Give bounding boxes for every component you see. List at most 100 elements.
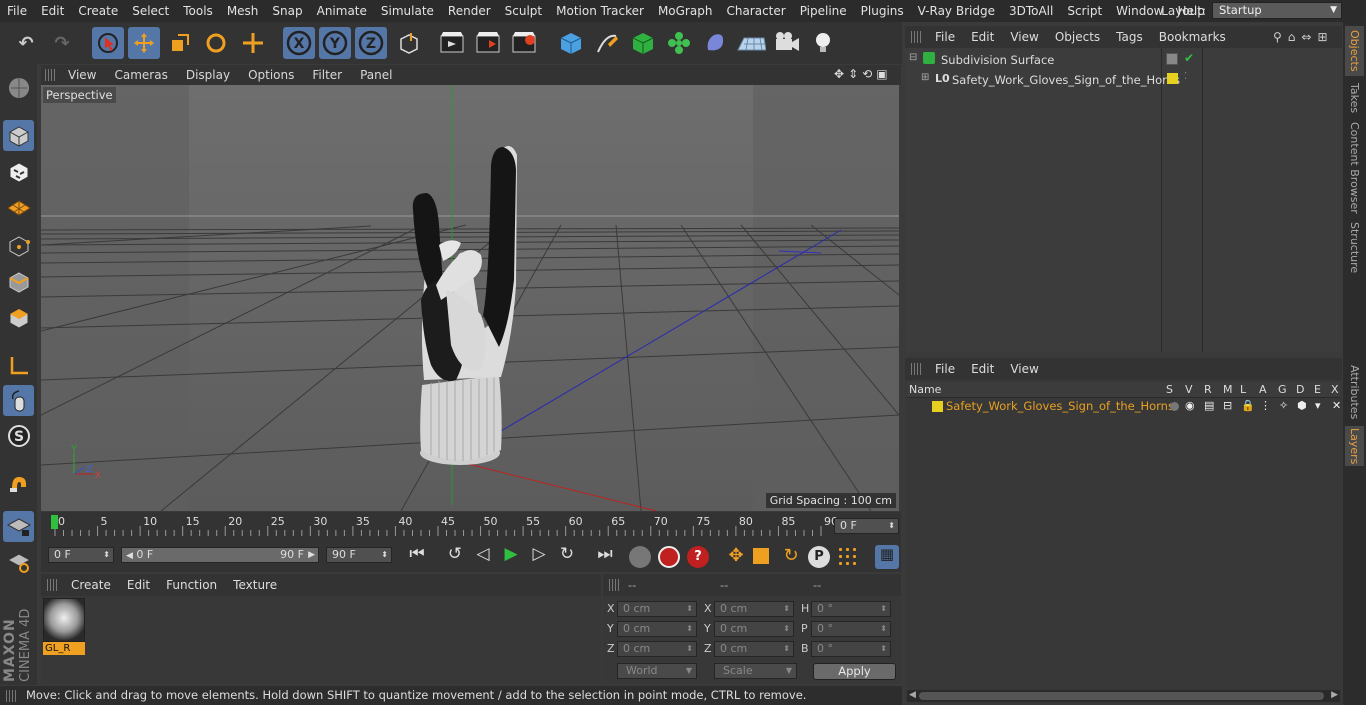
- drag-handle[interactable]: [45, 69, 55, 81]
- layer-row[interactable]: Safety_Work_Gloves_Sign_of_the_Horns ◉ ▤…: [907, 398, 1341, 416]
- workplane-mode-icon[interactable]: [3, 546, 34, 577]
- polygons-mode-icon[interactable]: [3, 302, 34, 333]
- z-axis-icon[interactable]: Z: [355, 27, 387, 59]
- end-frame-field[interactable]: 90 F ⬍: [326, 547, 392, 563]
- manager-icon[interactable]: ⊟: [1223, 399, 1232, 412]
- new-window-icon[interactable]: ⊞: [1317, 30, 1327, 44]
- menu-item-filter[interactable]: Filter: [303, 68, 351, 82]
- coord-mode-select[interactable]: World ▼: [617, 663, 697, 679]
- search-icon[interactable]: ⚲: [1273, 30, 1282, 44]
- tweak-mode-icon[interactable]: [3, 385, 34, 416]
- home-icon[interactable]: ⌂: [1288, 30, 1296, 44]
- column-header-r[interactable]: R: [1204, 383, 1212, 396]
- solo-mode-icon[interactable]: S: [3, 420, 34, 451]
- timeline-window-icon[interactable]: ▦: [875, 545, 899, 569]
- menu-item-character[interactable]: Character: [719, 4, 792, 18]
- coordinate-system-icon[interactable]: [393, 27, 425, 59]
- coord-value-field[interactable]: 0 cm ⬍: [714, 641, 794, 657]
- timeline-ruler[interactable]: 0 5 10 15 20 25 30 35 40 45 50 55 60 65 70 75 80 85 90 0 F…: [41, 512, 901, 542]
- layout-select[interactable]: Startup ▼: [1212, 2, 1342, 19]
- scroll-left-icon[interactable]: ◀: [909, 690, 916, 700]
- tab-content-browser[interactable]: Content Browser: [1345, 120, 1364, 216]
- menu-item-motion-tracker[interactable]: Motion Tracker: [549, 4, 651, 18]
- expand-icon[interactable]: ⊞: [921, 72, 929, 83]
- tab-takes[interactable]: Takes: [1345, 80, 1364, 116]
- coord-value-field[interactable]: 0 ° ⬍: [811, 601, 891, 617]
- y-axis-icon[interactable]: Y: [319, 27, 351, 59]
- visibility-dots-icon[interactable]: ⁚: [1184, 71, 1187, 82]
- coord-value-field[interactable]: 0 cm ⬍: [714, 601, 794, 617]
- key-parameter-icon[interactable]: P: [808, 546, 830, 568]
- menu-item-create[interactable]: Create: [63, 578, 119, 592]
- render-view-icon[interactable]: [436, 27, 468, 59]
- light-icon[interactable]: [807, 27, 839, 59]
- column-header-name[interactable]: Name: [909, 383, 941, 396]
- coord-value-field[interactable]: 0 cm ⬍: [714, 621, 794, 637]
- scale-tool-icon[interactable]: [164, 27, 196, 59]
- object-row[interactable]: ⊞ L0 Safety_Work_Gloves_Sign_of_the_Horn…: [905, 70, 1342, 90]
- drag-handle[interactable]: [6, 690, 16, 702]
- column-header-e[interactable]: E: [1314, 383, 1321, 396]
- start-frame-field[interactable]: 0 F ⬍: [48, 547, 114, 563]
- menu-item-display[interactable]: Display: [177, 68, 239, 82]
- menu-item-objects[interactable]: Objects: [1047, 30, 1108, 44]
- layer-color-swatch[interactable]: [932, 401, 943, 412]
- points-mode-icon[interactable]: [3, 230, 34, 261]
- pen-spline-icon[interactable]: [591, 27, 623, 59]
- pan-icon[interactable]: ✥: [834, 67, 844, 83]
- workplane-icon[interactable]: [3, 192, 34, 223]
- texture-mode-icon[interactable]: [3, 156, 34, 187]
- menu-item-file[interactable]: File: [927, 362, 963, 376]
- cube-icon[interactable]: [555, 27, 587, 59]
- enabled-check-icon[interactable]: ✔: [1184, 51, 1194, 65]
- scroll-right-icon[interactable]: ▶: [1331, 690, 1338, 700]
- key-position-icon[interactable]: ✥: [724, 545, 748, 569]
- menu-item-edit[interactable]: Edit: [963, 362, 1002, 376]
- select-tool-icon[interactable]: [92, 27, 124, 59]
- column-header-a[interactable]: A: [1259, 383, 1267, 396]
- orbit-icon[interactable]: ⟲: [862, 67, 872, 83]
- object-row[interactable]: ⊟ Subdivision Surface ✔: [905, 50, 1342, 70]
- drag-handle[interactable]: [911, 363, 921, 375]
- menu-item-edit[interactable]: Edit: [963, 30, 1002, 44]
- menu-item-3dtoall[interactable]: 3DToAll: [1002, 4, 1060, 18]
- subdivision-surface-icon[interactable]: [627, 27, 659, 59]
- menu-item-mograph[interactable]: MoGraph: [651, 4, 720, 18]
- menu-item-edit[interactable]: Edit: [34, 4, 71, 18]
- floor-icon[interactable]: [735, 27, 767, 59]
- menu-item-view[interactable]: View: [1002, 30, 1046, 44]
- object-name[interactable]: Subdivision Surface: [941, 53, 1054, 67]
- menu-item-render[interactable]: Render: [441, 4, 498, 18]
- next-frame-icon[interactable]: ▷: [525, 544, 553, 570]
- key-scale-icon[interactable]: [753, 548, 769, 564]
- render-picture-viewer-icon[interactable]: [472, 27, 504, 59]
- coord-value-field[interactable]: 0 cm ⬍: [617, 601, 697, 617]
- menu-item-cameras[interactable]: Cameras: [105, 68, 176, 82]
- menu-item-panel[interactable]: Panel: [351, 68, 401, 82]
- menu-item-script[interactable]: Script: [1060, 4, 1109, 18]
- rotate-tool-icon[interactable]: [200, 27, 232, 59]
- deformers-icon[interactable]: ⬢: [1297, 399, 1307, 412]
- menu-item-animate[interactable]: Animate: [310, 4, 374, 18]
- drag-handle[interactable]: [911, 31, 921, 43]
- column-header-d[interactable]: D: [1296, 383, 1304, 396]
- undo-icon[interactable]: ↶: [10, 27, 42, 59]
- menu-item-bookmarks[interactable]: Bookmarks: [1151, 30, 1234, 44]
- menu-item-pipeline[interactable]: Pipeline: [793, 4, 854, 18]
- menu-item-tools[interactable]: Tools: [176, 4, 220, 18]
- menu-item-view[interactable]: View: [59, 68, 105, 82]
- playhead[interactable]: [51, 515, 58, 529]
- prev-key-icon[interactable]: ↺: [441, 544, 469, 570]
- coord-value-field[interactable]: 0 ° ⬍: [811, 621, 891, 637]
- menu-item-file[interactable]: File: [0, 4, 34, 18]
- tab-structure[interactable]: Structure: [1345, 220, 1364, 276]
- 3d-viewport[interactable]: Y Z X Perspective Grid Spacing : 100 cm: [41, 85, 899, 511]
- column-header-x[interactable]: X: [1331, 383, 1339, 396]
- menu-item-create[interactable]: Create: [71, 4, 125, 18]
- menu-item-options[interactable]: Options: [239, 68, 303, 82]
- make-editable-icon[interactable]: [3, 72, 34, 103]
- navigate-icon[interactable]: ⇔: [1301, 30, 1311, 44]
- menu-item-file[interactable]: File: [927, 30, 963, 44]
- coord-value-field[interactable]: 0 cm ⬍: [617, 621, 697, 637]
- redo-icon[interactable]: ↷: [46, 27, 78, 59]
